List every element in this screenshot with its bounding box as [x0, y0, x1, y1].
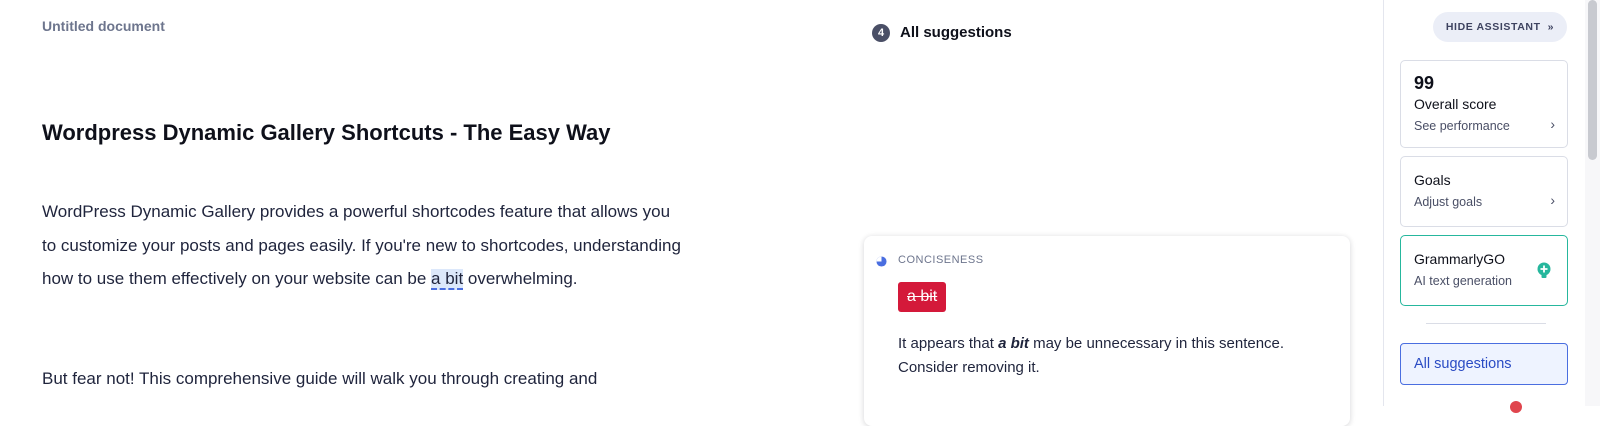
- grammarlygo-card[interactable]: GrammarlyGO AI text generation: [1400, 235, 1568, 306]
- chevron-double-right-icon: »: [1544, 21, 1555, 33]
- suggestion-category: CONCISENESS: [898, 254, 984, 266]
- goals-title: Goals: [1414, 172, 1451, 188]
- panel-divider: [1426, 323, 1546, 324]
- document-headline[interactable]: Wordpress Dynamic Gallery Shortcuts - Th…: [42, 120, 611, 146]
- score-title: Overall score: [1414, 96, 1497, 112]
- chevron-right-icon: ›: [1550, 192, 1555, 208]
- grammarlygo-title: GrammarlyGO: [1414, 251, 1505, 267]
- document-title[interactable]: Untitled document: [42, 18, 165, 34]
- scrollbar-thumb[interactable]: [1588, 0, 1597, 160]
- grammarlygo-subtitle: AI text generation: [1414, 274, 1512, 288]
- see-performance-link[interactable]: See performance: [1414, 119, 1510, 133]
- conciseness-icon: [876, 256, 887, 267]
- goals-card[interactable]: Goals Adjust goals ›: [1400, 156, 1568, 227]
- overall-score-card[interactable]: 99 Overall score See performance ›: [1400, 60, 1568, 148]
- chevron-right-icon: ›: [1550, 116, 1555, 132]
- hide-assistant-label: HIDE ASSISTANT: [1445, 21, 1541, 33]
- notification-dot: [1510, 401, 1522, 413]
- explanation-emphasis: a bit: [998, 335, 1029, 352]
- paragraph-text: overwhelming.: [463, 269, 578, 288]
- suggestion-card[interactable]: CONCISENESS a bit It appears that a bit …: [864, 236, 1350, 426]
- score-value: 99: [1414, 73, 1435, 93]
- suggestion-count-badge: 4: [872, 24, 890, 42]
- paragraph-text: WordPress Dynamic Gallery provides a pow…: [42, 202, 681, 288]
- suggestion-explanation: It appears that a bit may be unnecessary…: [898, 332, 1318, 380]
- document-paragraph[interactable]: But fear not! This comprehensive guide w…: [42, 362, 682, 396]
- explanation-text: It appears that: [898, 335, 999, 352]
- highlighted-issue[interactable]: a bit: [431, 269, 464, 290]
- adjust-goals-link[interactable]: Adjust goals: [1414, 195, 1482, 209]
- hide-assistant-button[interactable]: HIDE ASSISTANT »: [1433, 12, 1567, 42]
- scrollbar[interactable]: [1585, 0, 1600, 406]
- bulb-icon: [1537, 262, 1551, 278]
- suggestions-header: All suggestions: [900, 24, 1012, 41]
- document-paragraph[interactable]: WordPress Dynamic Gallery provides a pow…: [42, 195, 682, 296]
- removal-chip[interactable]: a bit: [898, 282, 947, 312]
- all-suggestions-button[interactable]: All suggestions: [1400, 343, 1568, 385]
